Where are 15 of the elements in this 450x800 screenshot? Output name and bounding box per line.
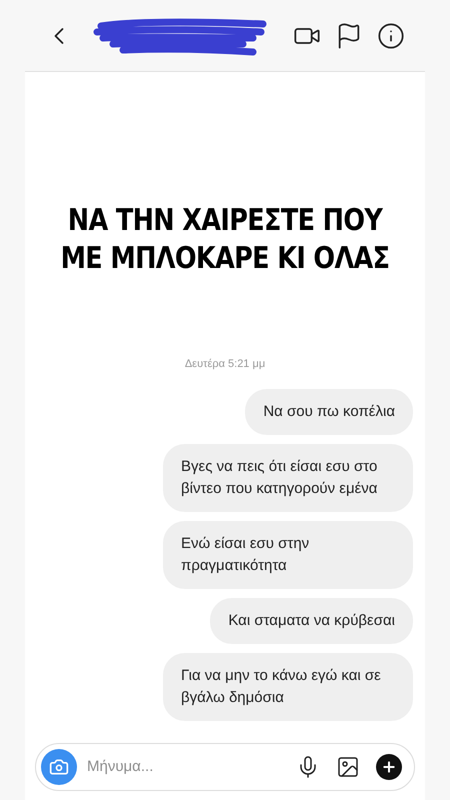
camera-button[interactable] [41,749,77,785]
message-bubble: Ενώ είσαι εσυ στην πραγματικότητα [163,520,413,588]
info-icon[interactable] [377,22,405,50]
message-bubble: Βγες να πεις ότι είσαι εσυ στο βίντεο που κατηγορούν εμένα [163,444,413,512]
timestamp: Δευτέρα 5:21 μμ [184,357,266,372]
plus-icon [381,759,397,775]
add-button[interactable] [376,754,402,780]
message-bubble: Και σταματα να κρύβεσαι [210,598,413,644]
message-field[interactable]: Μήνυμα... [35,743,415,791]
message-bubble: Να σου πω κοπέλια [245,388,413,434]
message-input[interactable]: Μήνυμα... [87,756,296,778]
message-bubble: Για να μην το κάνω εγώ και σε βγάλω δημόσια [163,652,413,720]
caption-text: ΝΑ ΤΗΝ ΧΑΙΡΕΣΤΕ ΠΟΥ ΜΕ ΜΠΛΟΚΑΡΕ ΚΙ ΟΛΑΣ [60,202,390,278]
camera-icon [49,757,69,777]
image-icon[interactable] [336,755,360,779]
